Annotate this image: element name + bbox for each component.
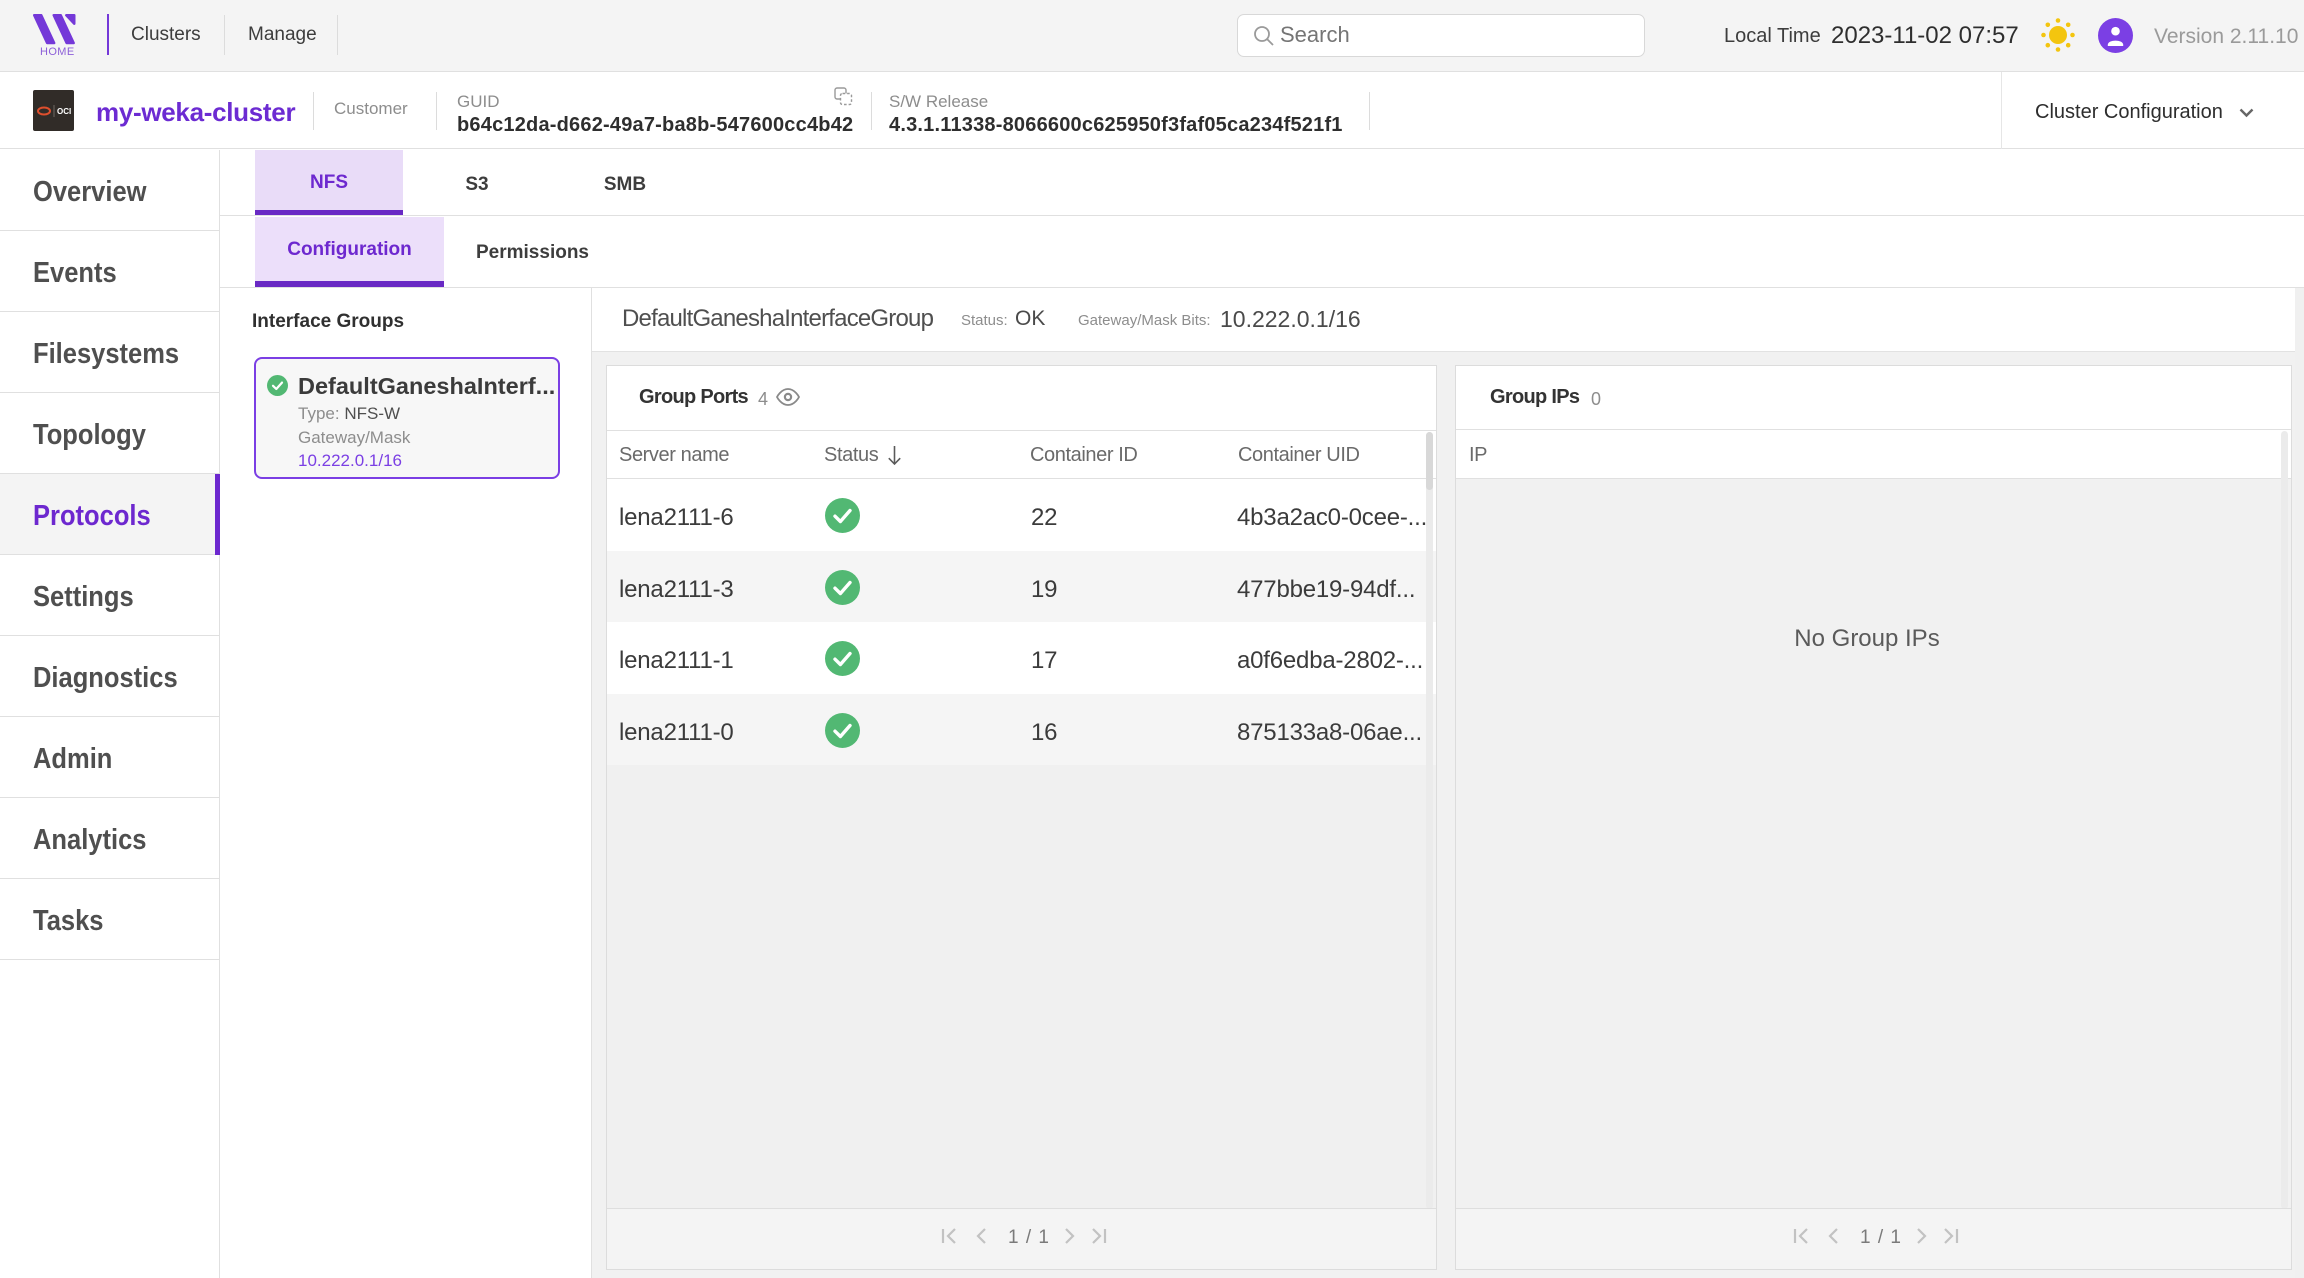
svg-text:1 / 1: 1 / 1 <box>1860 1227 1902 1248</box>
svg-text:1 / 1: 1 / 1 <box>1008 1227 1050 1248</box>
svg-text:OCI: OCI <box>57 107 71 116</box>
